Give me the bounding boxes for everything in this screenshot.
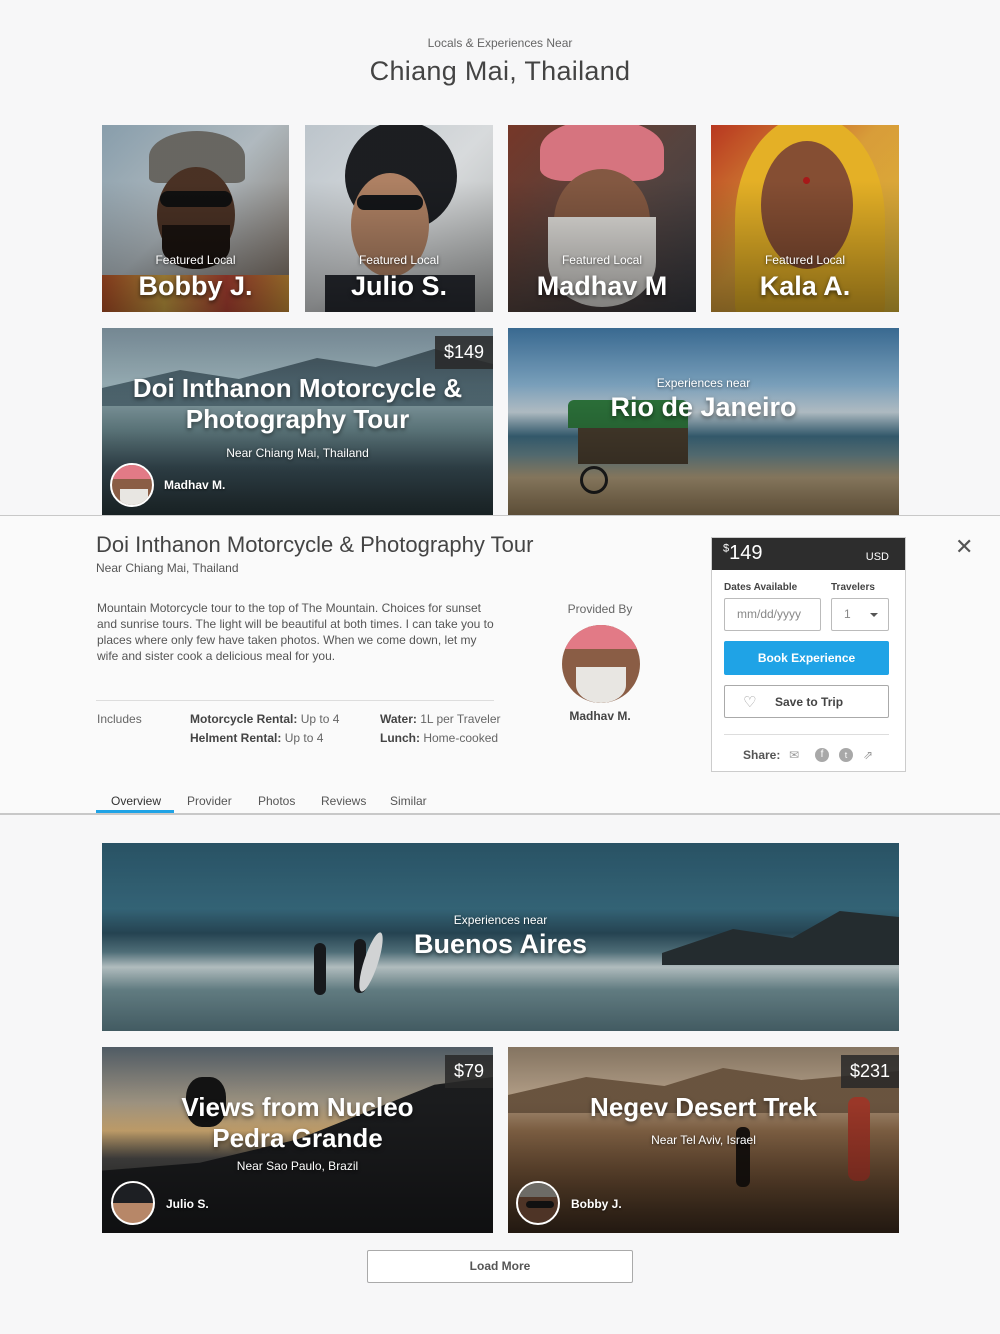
experience-card-buenos-aires[interactable]: Experiences near Buenos Aires: [102, 843, 899, 1031]
currency-label: USD: [865, 551, 889, 563]
local-tag: Featured Local: [358, 253, 440, 267]
local-tag: Featured Local: [764, 253, 846, 267]
tour-title-line1: Doi Inthanon Motorcycle &: [132, 373, 463, 403]
experience-label: Experiences near: [656, 376, 751, 390]
external-link-icon[interactable]: ⇗: [863, 748, 873, 762]
tour-title-line1: Views from Nucleo: [181, 1092, 414, 1122]
price-tag: $149: [434, 336, 493, 369]
provider-avatar: [111, 1181, 155, 1225]
includes-label: Includes: [97, 712, 142, 726]
booking-price: $149: [723, 542, 763, 564]
detail-location: Near Chiang Mai, Thailand: [96, 561, 239, 575]
tab-provider[interactable]: Provider: [187, 794, 232, 808]
tour-title-line2: Photography Tour: [185, 404, 410, 434]
tab-reviews[interactable]: Reviews: [321, 794, 366, 808]
chevron-down-icon: [870, 613, 878, 617]
experience-city: Rio de Janeiro: [610, 392, 797, 422]
local-card-julio[interactable]: Featured Local Julio S.: [305, 125, 493, 312]
detail-title: Doi Inthanon Motorcycle & Photography To…: [96, 532, 534, 557]
page-header: Locals & Experiences Near Chiang Mai, Th…: [0, 36, 1000, 87]
book-experience-button[interactable]: Book Experience: [724, 641, 889, 675]
experience-card-rio[interactable]: Experiences near Rio de Janeiro: [508, 328, 899, 515]
tour-location: Near Sao Paulo, Brazil: [236, 1159, 359, 1173]
load-more-button[interactable]: Load More: [367, 1250, 633, 1283]
local-tag: Featured Local: [561, 253, 643, 267]
price-tag: $231: [840, 1055, 899, 1088]
booking-widget: $149 USD Dates Available Travelers mm/dd…: [711, 537, 906, 772]
dates-label: Dates Available: [724, 582, 798, 593]
provider-avatar: [110, 463, 154, 507]
divider: [724, 734, 889, 735]
travelers-select[interactable]: 1: [831, 598, 889, 631]
date-input[interactable]: mm/dd/yyyy: [724, 598, 821, 631]
provider-name: Julio S.: [166, 1197, 209, 1211]
experience-label: Experiences near: [453, 913, 548, 927]
tour-location: Near Chiang Mai, Thailand: [226, 446, 369, 460]
include-item: Water: 1L per Traveler: [380, 712, 501, 726]
tab-overview[interactable]: Overview: [111, 794, 161, 808]
experience-detail-panel: Doi Inthanon Motorcycle & Photography To…: [0, 515, 1000, 815]
price-bar: $149 USD: [712, 538, 905, 570]
detail-description: Mountain Motorcycle tour to the top of T…: [97, 601, 494, 663]
local-card-madhav[interactable]: Featured Local Madhav M: [508, 125, 696, 312]
provided-by-label: Provided By: [567, 602, 633, 616]
local-name: Kala A.: [759, 271, 851, 301]
tour-card-negev[interactable]: $231 Negev Desert Trek Near Tel Aviv, Is…: [508, 1047, 899, 1233]
provider-name: Madhav M.: [164, 478, 226, 492]
tour-title: Negev Desert Trek: [590, 1092, 817, 1122]
tab-photos[interactable]: Photos: [258, 794, 295, 808]
experience-city: Buenos Aires: [413, 929, 588, 959]
provider-avatar: [516, 1181, 560, 1225]
travelers-value: 1: [844, 607, 851, 621]
local-tag: Featured Local: [155, 253, 236, 267]
save-label: Save to Trip: [775, 695, 844, 709]
include-item: Motorcycle Rental: Up to 4: [190, 712, 340, 726]
twitter-icon[interactable]: t: [839, 748, 853, 762]
provider-avatar[interactable]: [562, 625, 640, 703]
tour-title-line2: Pedra Grande: [212, 1123, 383, 1153]
save-to-trip-button[interactable]: ♡ Save to Trip: [724, 685, 889, 718]
local-name: Madhav M: [536, 271, 668, 301]
local-card-kala[interactable]: Featured Local Kala A.: [711, 125, 899, 312]
tour-location: Near Tel Aviv, Israel: [651, 1133, 756, 1147]
facebook-icon[interactable]: f: [815, 748, 829, 762]
include-item: Helment Rental: Up to 4: [190, 731, 324, 745]
heart-icon: ♡: [743, 694, 757, 711]
share-label: Share:: [743, 748, 781, 762]
active-tab-indicator: [96, 810, 174, 813]
close-icon[interactable]: ✕: [955, 534, 973, 560]
include-item: Lunch: Home-cooked: [380, 731, 499, 745]
price-tag: $79: [444, 1055, 493, 1088]
local-name: Bobby J.: [138, 271, 253, 301]
page-title: Chiang Mai, Thailand: [369, 56, 631, 86]
provider-name: Bobby J.: [571, 1197, 622, 1211]
provider-name[interactable]: Madhav M.: [540, 709, 660, 723]
page-subtitle: Locals & Experiences Near: [427, 36, 573, 50]
mail-icon[interactable]: ✉: [789, 748, 799, 762]
local-name: Julio S.: [350, 271, 448, 301]
divider: [96, 700, 494, 701]
tab-similar[interactable]: Similar: [390, 794, 427, 808]
tour-card-doi-inthanon[interactable]: $149 Doi Inthanon Motorcycle & Photograp…: [102, 328, 493, 515]
tour-card-nucleo[interactable]: $79 Views from Nucleo Pedra Grande Near …: [102, 1047, 493, 1233]
travelers-label: Travelers: [831, 582, 875, 593]
local-card-bobby[interactable]: Featured Local Bobby J.: [102, 125, 289, 312]
